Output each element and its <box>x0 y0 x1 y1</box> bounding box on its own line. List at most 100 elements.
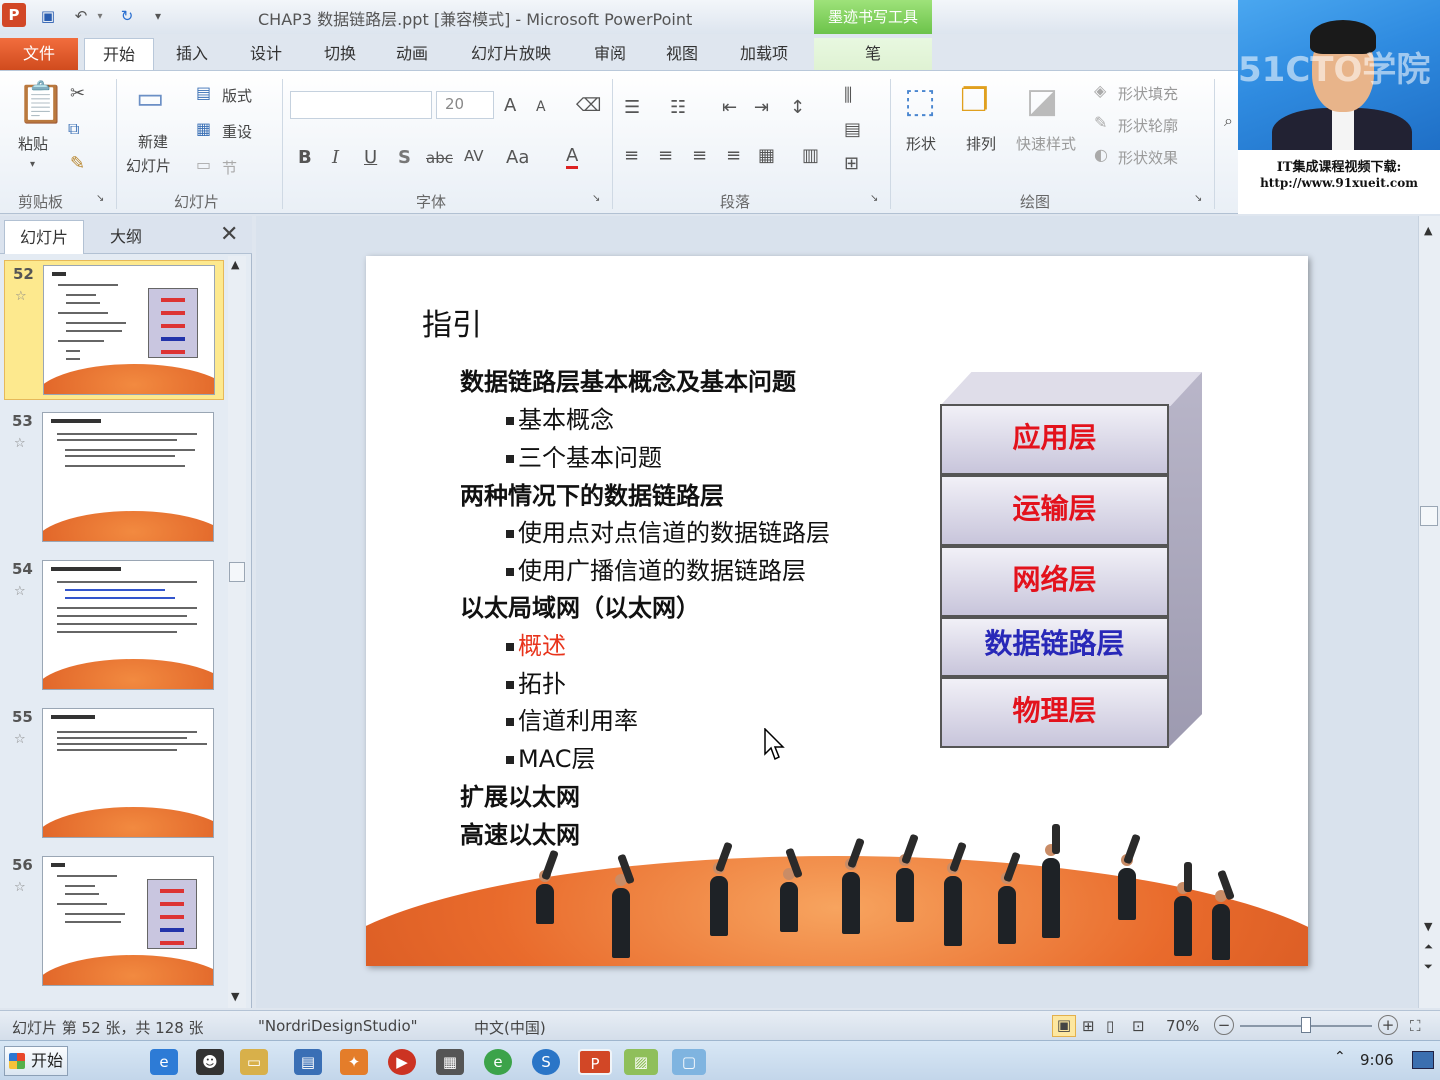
customize-toolbar-icon[interactable]: ▾ <box>150 5 166 27</box>
scroll-up-icon[interactable]: ▲ <box>231 258 239 271</box>
font-color-icon[interactable]: A <box>566 145 579 169</box>
tab-slideshow[interactable]: 幻灯片放映 <box>460 38 562 70</box>
scroll-up-icon[interactable]: ▲ <box>1424 224 1432 237</box>
grow-font-icon[interactable]: A <box>504 95 516 116</box>
fit-to-window-icon[interactable]: ⛶ <box>1410 1017 1421 1035</box>
start-button[interactable]: 开始 <box>4 1046 68 1076</box>
shapes-icon[interactable]: ⬚ <box>904 81 936 121</box>
paragraph-launcher-icon[interactable]: ↘ <box>870 193 878 204</box>
slide-thumbnail-53[interactable]: 53 ☆ <box>4 408 224 548</box>
current-slide[interactable]: 指引 数据链路层基本概念及基本问题 基本概念 三个基本问题 两种情况下的数据链路层 使用… <box>366 256 1308 966</box>
paste-button[interactable]: 粘贴 <box>18 133 48 154</box>
section-button[interactable]: 节 <box>222 157 237 178</box>
scroll-thumb[interactable] <box>1420 506 1438 526</box>
bullets-icon[interactable]: ☰ <box>624 97 640 118</box>
clear-formatting-icon[interactable]: ⌫ <box>576 95 601 116</box>
scroll-thumb[interactable] <box>229 562 245 582</box>
align-center-icon[interactable]: ≡ <box>658 145 673 166</box>
next-slide-icon[interactable]: ⏷ <box>1424 960 1433 974</box>
undo-icon[interactable]: ↶ <box>70 5 92 27</box>
theme-name-status[interactable]: "NordriDesignStudio" <box>258 1017 418 1035</box>
smartart-icon[interactable]: ⊞ <box>844 153 859 174</box>
zoom-in-icon[interactable]: + <box>1378 1015 1398 1035</box>
internet-explorer-icon[interactable]: e <box>150 1049 178 1075</box>
tab-animations[interactable]: 动画 <box>384 38 440 70</box>
drawing-launcher-icon[interactable]: ↘ <box>1194 193 1202 204</box>
browser-icon[interactable]: e <box>484 1049 512 1075</box>
tab-insert[interactable]: 插入 <box>164 38 220 70</box>
justify-icon[interactable]: ≡ <box>726 145 741 166</box>
taskbar-clock[interactable]: 9:06 <box>1360 1051 1394 1069</box>
slide-thumbnail-52[interactable]: 52 ☆ <box>4 260 224 400</box>
normal-view-icon[interactable]: ▣ <box>1052 1015 1076 1037</box>
slide-vertical-scrollbar[interactable]: ▲ ▼ ⏶ ⏷ <box>1418 216 1440 1008</box>
shape-effects-button[interactable]: 形状效果 <box>1118 147 1178 168</box>
language-status[interactable]: 中文(中国) <box>474 1017 546 1038</box>
clipboard-launcher-icon[interactable]: ↘ <box>96 193 104 204</box>
slide-thumbnail-54[interactable]: 54 ☆ <box>4 556 224 696</box>
shape-fill-icon[interactable]: ◈ <box>1094 81 1106 100</box>
tab-view[interactable]: 视图 <box>654 38 710 70</box>
tab-slides[interactable]: 幻灯片 <box>4 220 84 254</box>
shrink-font-icon[interactable]: A <box>536 99 546 115</box>
zoom-level[interactable]: 70% <box>1166 1017 1199 1035</box>
shape-effects-icon[interactable]: ◐ <box>1094 145 1108 164</box>
app-icon[interactable]: S <box>532 1049 560 1075</box>
reading-view-icon[interactable]: ▯ <box>1106 1017 1114 1035</box>
change-case-icon[interactable]: Aa <box>506 147 529 168</box>
layout-button[interactable]: 版式 <box>222 85 252 106</box>
text-direction-icon[interactable]: ⫼ <box>844 85 852 106</box>
align-left-icon[interactable]: ≡ <box>624 145 639 166</box>
shape-outline-button[interactable]: 形状轮廓 <box>1118 115 1178 136</box>
align-text-icon[interactable]: ▤ <box>844 119 861 140</box>
columns-icon[interactable]: ▥ <box>802 145 819 166</box>
slideshow-view-icon[interactable]: ⊡ <box>1132 1017 1145 1035</box>
new-slide-label-2[interactable]: 幻灯片 <box>126 155 171 176</box>
arrange-icon[interactable]: ❐ <box>960 81 989 119</box>
zoom-slider[interactable] <box>1240 1017 1372 1033</box>
italic-icon[interactable]: I <box>332 147 339 168</box>
tab-pen[interactable]: 笔 <box>814 38 932 70</box>
decrease-indent-icon[interactable]: ⇤ <box>722 97 737 118</box>
app-icon[interactable]: ▨ <box>624 1049 658 1075</box>
new-slide-label-1[interactable]: 新建 <box>138 131 168 152</box>
strikethrough-icon[interactable]: abc <box>426 149 453 167</box>
close-icon[interactable]: ✕ <box>220 222 238 247</box>
copy-icon[interactable]: ⧉ <box>68 119 79 139</box>
explorer-folder-icon[interactable]: ▭ <box>240 1049 268 1075</box>
qq-icon[interactable]: ☻ <box>196 1049 224 1075</box>
align-right-icon[interactable]: ≡ <box>692 145 707 166</box>
reset-button[interactable]: 重设 <box>222 121 252 142</box>
char-spacing-icon[interactable]: AV <box>464 147 484 165</box>
tab-outline[interactable]: 大纲 <box>84 220 168 254</box>
app-icon[interactable]: ✦ <box>340 1049 368 1075</box>
show-desktop-icon[interactable] <box>1412 1051 1434 1069</box>
powerpoint-app-icon[interactable]: P <box>2 3 26 27</box>
protocol-layer-stack[interactable]: 应用层 运输层 网络层 数据链路层 物理层 <box>940 372 1204 748</box>
find-icon[interactable]: ⌕ <box>1224 111 1233 131</box>
bold-icon[interactable]: B <box>298 147 312 168</box>
section-icon[interactable]: ▭ <box>196 155 211 174</box>
save-icon[interactable]: ▣ <box>36 5 60 27</box>
show-hidden-icons-icon[interactable]: ⌃ <box>1334 1049 1346 1065</box>
quick-styles-icon[interactable]: ◪ <box>1026 81 1058 121</box>
shape-fill-button[interactable]: 形状填充 <box>1118 83 1178 104</box>
font-name-field[interactable] <box>290 91 432 119</box>
app-icon[interactable]: ▢ <box>672 1049 706 1075</box>
underline-icon[interactable]: U <box>364 147 377 168</box>
font-size-field[interactable]: 20 <box>436 91 494 119</box>
tab-addins[interactable]: 加载项 <box>730 38 798 70</box>
numbering-icon[interactable]: ☷ <box>670 97 686 118</box>
tab-transitions[interactable]: 切换 <box>312 38 368 70</box>
zoom-out-icon[interactable]: − <box>1214 1015 1234 1035</box>
powerpoint-taskbar-icon[interactable]: P <box>578 1049 612 1075</box>
scroll-down-icon[interactable]: ▼ <box>1424 920 1432 933</box>
slides-pane-scrollbar[interactable]: ▲ ▼ <box>228 256 246 1008</box>
slide-thumbnail-56[interactable]: 56 ☆ <box>4 852 224 992</box>
reset-icon[interactable]: ▦ <box>196 119 211 138</box>
redo-icon[interactable]: ↻ <box>116 5 138 27</box>
shadow-icon[interactable]: S <box>398 147 411 168</box>
layout-icon[interactable]: ▤ <box>196 83 211 102</box>
slide-count-status[interactable]: 幻灯片 第 52 张，共 128 张 <box>12 1017 204 1038</box>
shape-outline-icon[interactable]: ✎ <box>1094 113 1107 132</box>
